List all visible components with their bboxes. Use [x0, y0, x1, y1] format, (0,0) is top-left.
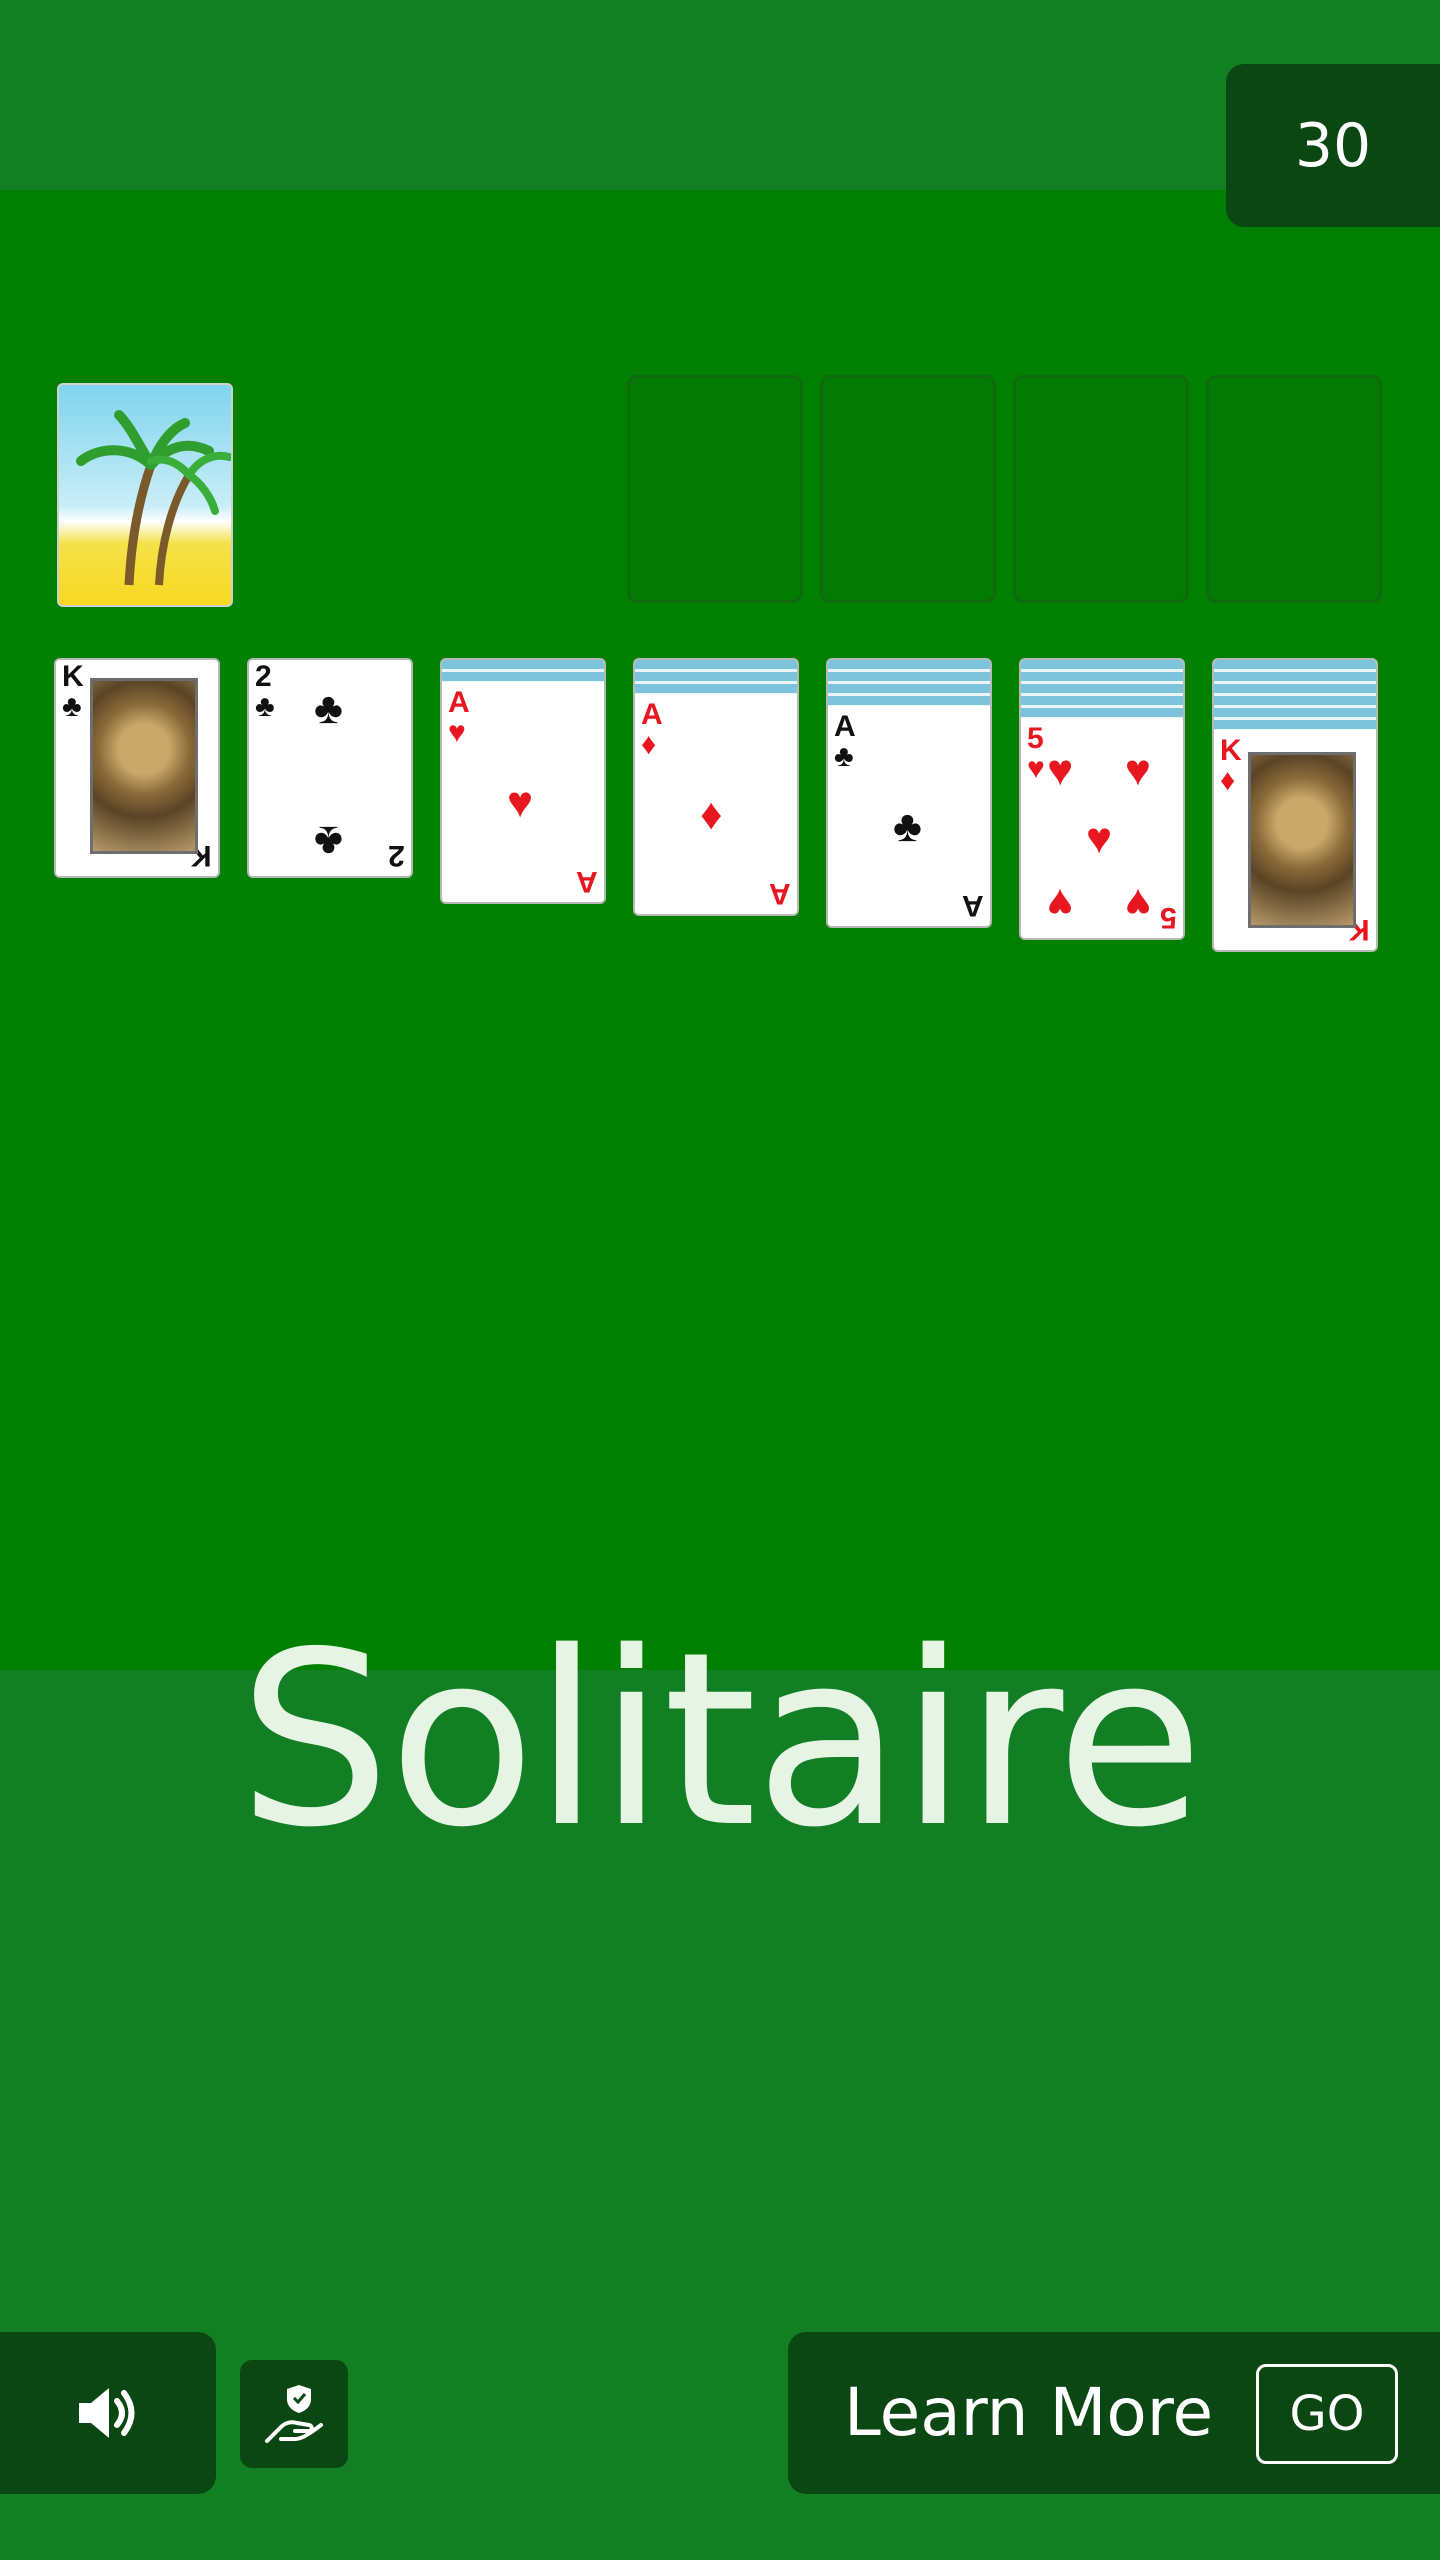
card-suit-corner: ♣: [62, 690, 82, 723]
palm-tree-icon: [76, 410, 231, 586]
tableau-column-5[interactable]: A ♣ A ♣: [826, 658, 992, 928]
face-up-card[interactable]: K ♦ K: [1214, 730, 1376, 950]
card-pip: ♥: [1124, 878, 1151, 928]
go-button[interactable]: GO: [1256, 2364, 1398, 2464]
speaker-icon: [79, 2388, 135, 2438]
foundation-slot-2[interactable]: [820, 375, 996, 603]
tableau-column-2[interactable]: 2 ♣ 2 ♣ ♣: [247, 658, 413, 878]
card-rank: A: [641, 698, 663, 731]
king-court-art: [1248, 752, 1356, 928]
card-suit-corner: ♥: [1027, 752, 1045, 785]
card-rank: 5: [1027, 722, 1044, 755]
card-pip: ♥: [1047, 745, 1074, 795]
card-pip: ♣: [314, 816, 343, 866]
card-pip: ♣: [314, 683, 343, 733]
card-pip: ♣: [893, 802, 922, 851]
card-rank-bottom: A: [576, 865, 598, 898]
learn-more-banner[interactable]: Learn More GO: [788, 2332, 1440, 2494]
tableau-column-3[interactable]: A ♥ A ♥: [440, 658, 606, 904]
card-suit-corner: ♦: [641, 728, 657, 761]
tableau-column-7[interactable]: K ♦ K: [1212, 658, 1378, 952]
tableau-column-4[interactable]: A ♦ A ♦: [633, 658, 799, 916]
face-down-cards: [1021, 660, 1183, 722]
card-suit-corner: ♦: [1220, 764, 1236, 797]
card-pip: ♥: [507, 778, 534, 827]
foundation-slot-4[interactable]: [1206, 375, 1382, 603]
card-rank: 2: [255, 660, 272, 693]
learn-more-label: Learn More: [844, 2374, 1214, 2451]
card-pip: ♥: [1124, 745, 1151, 795]
stock-pile[interactable]: [57, 383, 233, 607]
card-rank: A: [834, 710, 856, 743]
card-suit-corner: ♣: [834, 740, 854, 773]
card-pip: ♥: [1047, 878, 1074, 928]
card-suit-corner: ♥: [448, 716, 466, 749]
card-pip: ♦: [700, 790, 723, 839]
face-down-cards: [635, 660, 797, 698]
king-court-art: [90, 678, 198, 854]
card-rank: K: [62, 660, 84, 693]
card-rank-bottom: 5: [1160, 901, 1177, 934]
hand-shield-icon: [265, 2385, 323, 2443]
card-rank: A: [448, 686, 470, 719]
face-down-cards: [1214, 660, 1376, 734]
sound-toggle-button[interactable]: [0, 2332, 216, 2494]
game-title: Solitaire: [238, 1600, 1203, 1880]
foundation-slot-1[interactable]: [627, 375, 803, 603]
face-down-cards: [828, 660, 990, 710]
face-up-card[interactable]: A ♣ A ♣: [828, 706, 990, 926]
card-rank: K: [1220, 734, 1242, 767]
card-rank-bottom: A: [769, 877, 791, 910]
face-up-card[interactable]: A ♥ A ♥: [442, 682, 604, 902]
tableau-column-6[interactable]: 5 ♥ 5 ♥ ♥ ♥ ♥ ♥: [1019, 658, 1185, 940]
card-rank-bottom: 2: [388, 839, 405, 872]
card-rank-bottom: A: [962, 889, 984, 922]
face-up-card[interactable]: 2 ♣ 2 ♣ ♣: [249, 660, 411, 876]
face-up-card[interactable]: 5 ♥ 5 ♥ ♥ ♥ ♥ ♥: [1021, 718, 1183, 938]
countdown-timer: 30: [1226, 64, 1440, 227]
face-up-card[interactable]: K ♣ K: [56, 660, 218, 876]
card-pip: ♥: [1086, 814, 1113, 863]
tableau-column-1[interactable]: K ♣ K: [54, 658, 220, 878]
card-suit-corner: ♣: [255, 690, 275, 723]
face-up-card[interactable]: A ♦ A ♦: [635, 694, 797, 914]
foundation-slot-3[interactable]: [1013, 375, 1189, 603]
privacy-button[interactable]: [240, 2360, 348, 2468]
